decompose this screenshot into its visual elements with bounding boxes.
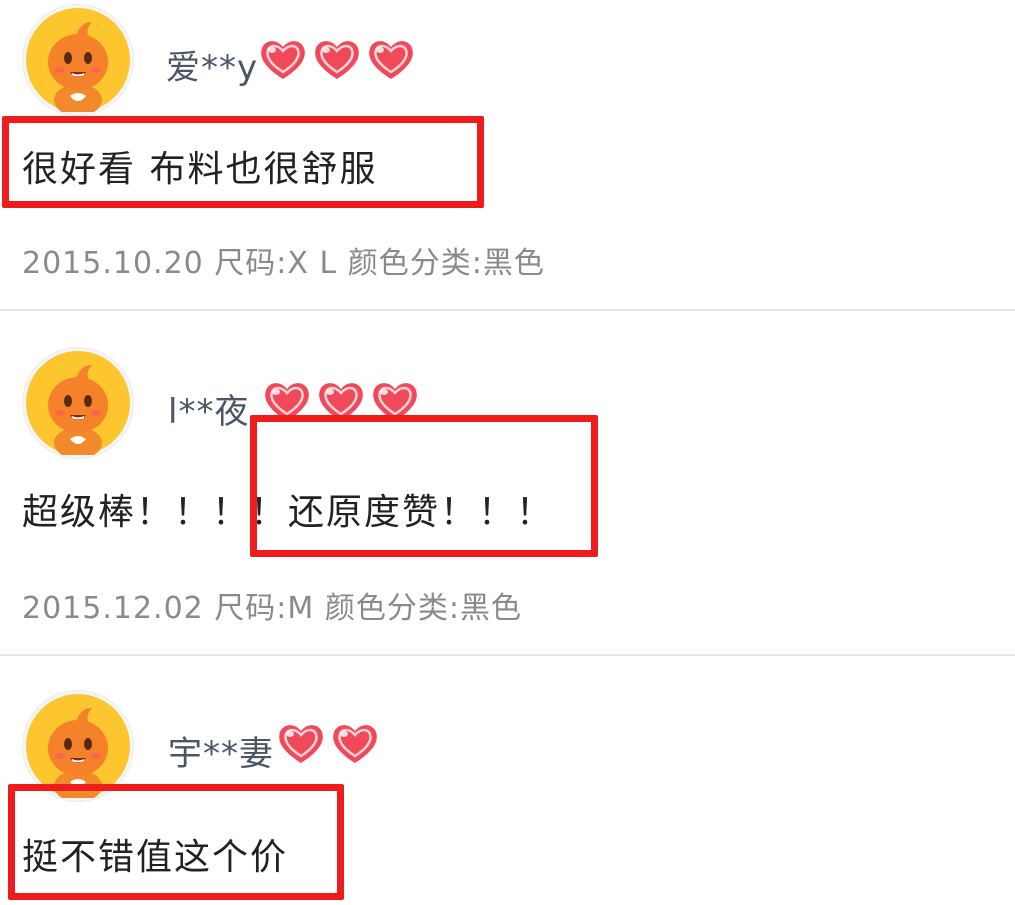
avatar[interactable]: [22, 4, 134, 116]
heart-rating: [276, 720, 380, 766]
review-meta: 2015.12.02 尺码:M 颜色分类:黑色: [22, 591, 522, 626]
orange-mascot-avatar-icon: [26, 694, 130, 798]
review-item-2: l**夜 超级棒！！！！还原度赞！！！ 2015.12.02 尺码:M 颜色分类…: [0, 311, 1015, 654]
username[interactable]: l**夜: [168, 384, 249, 433]
heart-icon: [366, 36, 416, 82]
heart-icon: [258, 36, 308, 82]
heart-icon: [330, 720, 380, 766]
heart-icon: [312, 36, 362, 82]
review-item-1: 爱**y 很好看 布料也很舒服 2015.10.20 尺码:X L 颜色分类:黑…: [0, 0, 1015, 310]
highlight-box: [8, 784, 344, 900]
avatar[interactable]: [22, 347, 134, 459]
orange-mascot-avatar-icon: [26, 8, 130, 112]
heart-icon: [276, 720, 326, 766]
username[interactable]: 宇**妻: [168, 726, 274, 775]
review-item-3: 宇**妻 挺不错值这个价: [0, 656, 1015, 905]
username[interactable]: 爱**y: [166, 40, 258, 89]
review-meta: 2015.10.20 尺码:X L 颜色分类:黑色: [22, 246, 545, 281]
highlight-box: [250, 415, 598, 557]
orange-mascot-avatar-icon: [26, 351, 130, 455]
heart-rating: [258, 36, 416, 82]
highlight-box: [2, 116, 484, 208]
